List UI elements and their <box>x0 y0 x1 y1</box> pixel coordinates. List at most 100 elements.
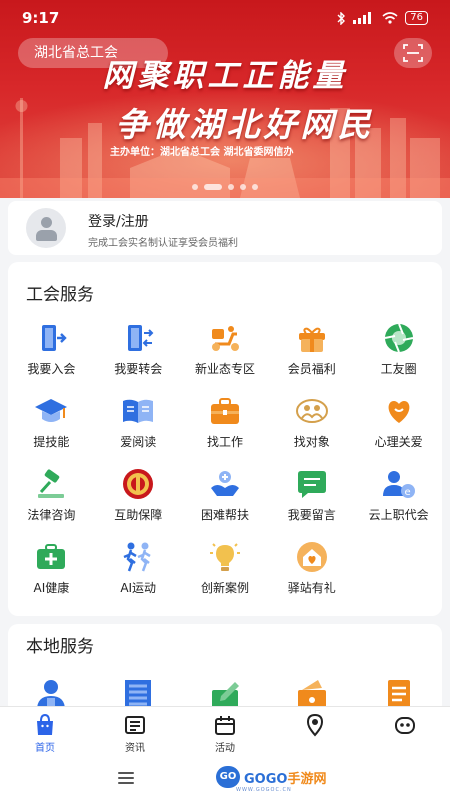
service-ai-health[interactable]: AI健康 <box>8 539 95 612</box>
service-find-partner[interactable]: 找对象 <box>268 393 355 466</box>
door-transfer-icon <box>128 325 154 351</box>
hero-banner[interactable]: 9:17 76 湖北省总工会 网聚职工正能量 争做湖北好网民 主办单位：湖北省总… <box>0 0 450 198</box>
menu-icon[interactable] <box>118 772 134 787</box>
location-pin-icon <box>306 713 324 737</box>
heart-hands-icon <box>388 401 409 423</box>
service-label: 工友圈 <box>380 362 417 376</box>
briefcase-icon <box>210 398 239 424</box>
service-join-union[interactable]: 我要入会 <box>8 320 95 393</box>
bluetooth-icon <box>337 11 346 25</box>
avatar-body <box>36 230 57 241</box>
service-ai-sport[interactable]: AI运动 <box>95 539 182 612</box>
service-reading[interactable]: 爱阅读 <box>95 393 182 466</box>
local-services-section: 本地服务 <box>8 624 442 714</box>
service-member-benefits[interactable]: 会员福利 <box>268 320 355 393</box>
service-label: 互助保障 <box>114 508 163 522</box>
graduation-cap-icon <box>35 399 68 422</box>
wifi-icon <box>382 12 398 24</box>
login-card[interactable]: 登录/注册 完成工会实名制认证享受会员福利 <box>8 201 442 255</box>
service-label: 心理关爱 <box>374 435 423 449</box>
carousel-dot[interactable] <box>252 184 258 190</box>
banner-title-line2: 争做湖北好网民 <box>115 105 375 144</box>
service-innovation-cases[interactable]: 创新案例 <box>182 539 269 612</box>
service-label: 找对象 <box>293 435 330 449</box>
service-label: 创新案例 <box>200 581 249 595</box>
banner-sponsor: 主办单位：湖北省总工会 湖北省委网信办 <box>110 147 294 158</box>
union-services-section: 工会服务 我要入会 我要转会 新业态专区 会员福利 工友圈 提技能 爱阅读 找工… <box>8 262 442 616</box>
carousel-dot[interactable] <box>240 184 246 190</box>
carousel-dots[interactable] <box>0 184 450 190</box>
section-title: 工会服务 <box>26 285 94 305</box>
banner-title-line1: 网聚职工正能量 <box>102 58 348 94</box>
service-worker-circle[interactable]: 工友圈 <box>355 320 442 393</box>
tab-location[interactable] <box>270 707 360 756</box>
medical-kit-icon <box>37 544 66 569</box>
section-title: 本地服务 <box>26 637 94 657</box>
service-find-job[interactable]: 找工作 <box>182 393 269 466</box>
service-label: 爱阅读 <box>120 435 157 449</box>
tab-label: 活动 <box>215 743 235 754</box>
union-emblem-icon <box>123 469 154 499</box>
gavel-icon <box>38 469 65 498</box>
service-hardship-aid[interactable]: 困难帮扶 <box>182 466 269 539</box>
bottom-tab-bar: 首页 资讯 活动 <box>0 706 450 756</box>
service-mental-care[interactable]: 心理关爱 <box>355 393 442 466</box>
tab-news[interactable]: 资讯 <box>90 707 180 756</box>
avatar[interactable] <box>26 208 66 248</box>
tab-label: 首页 <box>35 743 55 754</box>
signal-icon <box>353 12 372 24</box>
service-mutual-aid[interactable]: 互助保障 <box>95 466 182 539</box>
delivery-scooter-icon <box>211 326 239 351</box>
status-icons: 76 <box>337 11 428 25</box>
robot-face-icon <box>395 717 415 734</box>
watermark: GO GOGO手游网 <box>216 766 326 788</box>
carousel-dot-active[interactable] <box>204 184 222 190</box>
door-enter-icon <box>42 325 68 351</box>
watermark-logo: GO <box>216 766 240 788</box>
user-e-icon: e <box>382 471 415 498</box>
login-title[interactable]: 登录/注册 <box>88 211 149 231</box>
gift-box-icon <box>298 327 325 352</box>
service-label: 驿站有礼 <box>287 581 336 595</box>
service-label: 我要留言 <box>287 508 336 522</box>
couple-emblem-icon <box>295 399 328 423</box>
service-label: 会员福利 <box>287 362 336 376</box>
house-heart-icon <box>296 542 327 572</box>
watermark-text: GOGO手游网 <box>244 771 327 787</box>
service-label: 困难帮扶 <box>200 508 249 522</box>
service-new-economy[interactable]: 新业态专区 <box>182 320 269 393</box>
service-label: AI运动 <box>120 581 157 595</box>
helping-hand-icon <box>210 471 239 496</box>
tab-activities[interactable]: 活动 <box>180 707 270 756</box>
carousel-dot[interactable] <box>228 184 234 190</box>
tab-label: 资讯 <box>125 743 145 754</box>
login-subtitle: 完成工会实名制认证享受会员福利 <box>88 238 238 249</box>
service-label: 我要入会 <box>27 362 76 376</box>
service-station-gift[interactable]: 驿站有礼 <box>268 539 355 612</box>
open-book-icon <box>123 399 154 423</box>
message-bubble-icon <box>297 471 326 498</box>
service-transfer-union[interactable]: 我要转会 <box>95 320 182 393</box>
tab-assistant[interactable] <box>360 707 450 756</box>
service-legal[interactable]: 法律咨询 <box>8 466 95 539</box>
status-time: 9:17 <box>22 9 60 27</box>
service-leave-message[interactable]: 我要留言 <box>268 466 355 539</box>
service-label: 找工作 <box>206 435 243 449</box>
service-label: 云上职代会 <box>368 508 429 522</box>
status-bar: 9:17 76 <box>0 0 450 34</box>
carousel-dot[interactable] <box>192 184 198 190</box>
svg-text:e: e <box>404 487 410 498</box>
running-people-icon <box>123 542 151 572</box>
service-label: 新业态专区 <box>194 362 255 376</box>
watermark-url: WWW.GOGOC.CN <box>236 787 292 793</box>
camera-aperture-icon <box>384 323 413 353</box>
home-bag-icon <box>37 713 53 735</box>
service-skills[interactable]: 提技能 <box>8 393 95 466</box>
avatar-head <box>41 217 52 228</box>
service-label: AI健康 <box>33 581 70 595</box>
service-cloud-congress[interactable]: e 云上职代会 <box>355 466 442 539</box>
lightbulb-icon <box>209 543 240 571</box>
system-nav-bar: GO GOGO手游网 WWW.GOGOC.CN <box>0 756 450 800</box>
tab-home[interactable]: 首页 <box>0 707 90 756</box>
service-grid: 我要入会 我要转会 新业态专区 会员福利 工友圈 提技能 爱阅读 找工作 找对象… <box>8 320 442 612</box>
